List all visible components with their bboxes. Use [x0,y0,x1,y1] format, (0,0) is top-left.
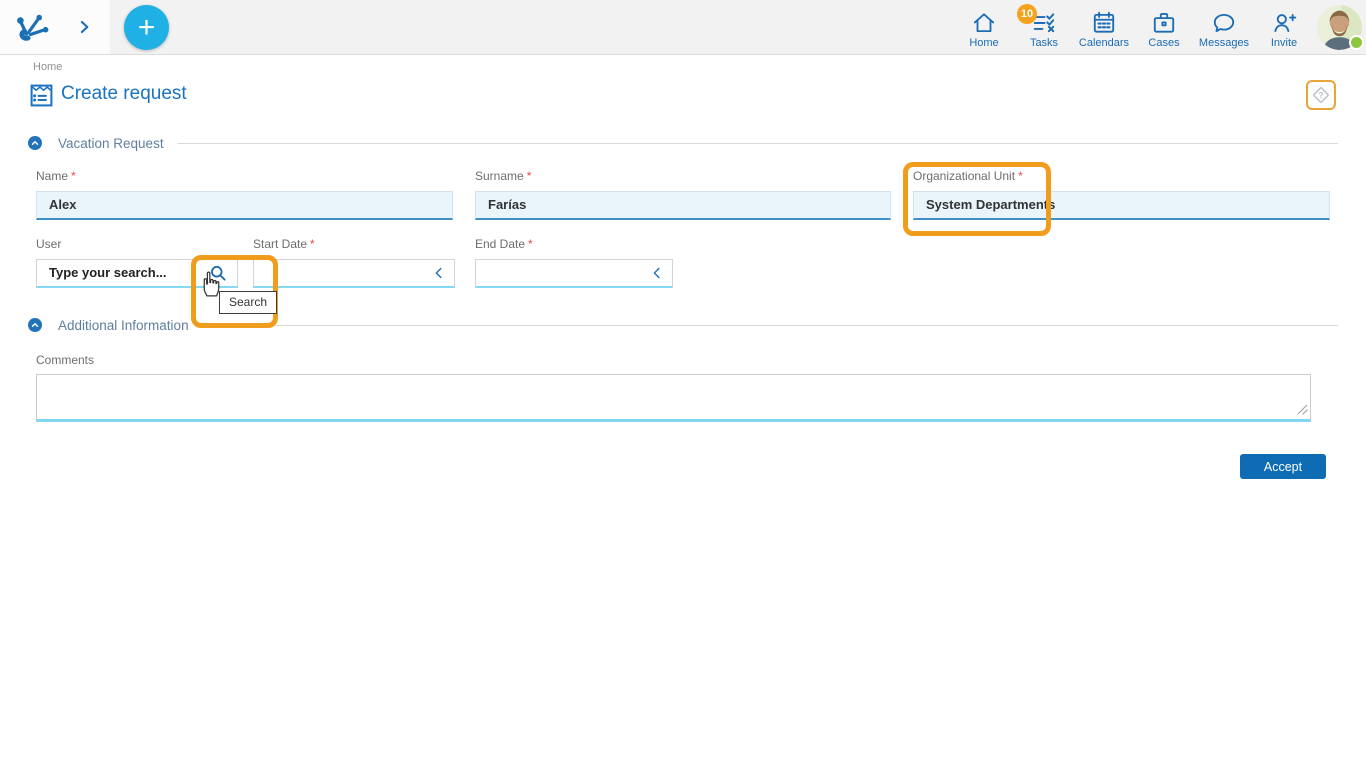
org-unit-field-group: Organizational Unit* System Departments [913,169,1330,220]
invite-user-icon [1271,10,1297,36]
user-search-input[interactable]: Type your search... [37,260,200,286]
surname-value: Farías [488,197,526,212]
calendar-icon [1091,10,1117,36]
new-case-button[interactable]: + [124,5,169,50]
required-marker: * [1018,169,1023,183]
nav-calendars[interactable]: Calendars [1074,4,1134,54]
section-title: Vacation Request [58,136,164,151]
section-title: Additional Information [58,318,189,333]
user-search-group: Type your search... [36,259,238,288]
logo-area [0,0,110,54]
nav-cases[interactable]: Cases [1134,4,1194,54]
message-bubble-icon [1211,10,1237,36]
collapse-section-icon[interactable] [28,136,42,150]
org-unit-label: Organizational Unit [913,169,1015,183]
start-date-field-group: Start Date* [253,237,455,288]
help-button[interactable]: ? [1306,80,1336,110]
nav-cases-label: Cases [1148,37,1179,49]
user-avatar[interactable] [1317,5,1362,50]
collapse-section-icon[interactable] [28,318,42,332]
calendar-expand-icon[interactable] [648,264,666,291]
help-diamond-icon: ? [1310,84,1332,106]
create-request-icon [28,82,55,109]
required-marker: * [71,169,76,183]
section-additional-information: Additional Information [28,318,1338,332]
online-status-dot [1349,35,1364,50]
required-marker: * [527,169,532,183]
org-unit-value: System Departments [926,197,1055,212]
svg-text:?: ? [1318,90,1323,100]
nav-home[interactable]: Home [954,4,1014,54]
nav-tasks[interactable]: 10 Tasks [1014,4,1074,54]
required-marker: * [310,237,315,251]
top-navigation: Home 10 Tasks Calendars [954,4,1314,54]
nav-tasks-label: Tasks [1030,37,1058,49]
page-title: Create request [61,83,187,105]
surname-input[interactable]: Farías [475,191,891,220]
user-field-group: User [36,237,238,251]
comments-label: Comments [36,353,94,367]
calendar-expand-icon[interactable] [430,264,448,291]
bizagi-logo [13,11,51,44]
nav-home-label: Home [969,37,998,49]
section-divider [203,325,1338,326]
start-date-input[interactable] [253,259,455,288]
comments-field [36,374,1311,422]
briefcase-icon [1151,10,1177,36]
nav-invite-label: Invite [1271,37,1297,49]
org-unit-input[interactable]: System Departments [913,191,1330,220]
nav-calendars-label: Calendars [1079,37,1129,49]
search-tooltip: Search [219,291,277,314]
accept-button[interactable]: Accept [1240,454,1326,479]
name-label: Name [36,169,68,183]
tasks-badge: 10 [1017,4,1037,24]
topbar: + Home 10 Tasks [0,0,1366,55]
end-date-field-group: End Date* [475,237,673,288]
start-date-label: Start Date [253,237,307,251]
breadcrumb[interactable]: Home [33,61,62,73]
home-icon [971,10,997,36]
surname-label: Surname [475,169,524,183]
comments-textarea[interactable] [36,374,1311,422]
user-search-placeholder: Type your search... [49,265,167,280]
user-label: User [36,237,61,251]
search-icon [208,263,228,283]
name-field-group: Name* Alex [36,169,453,220]
end-date-label: End Date [475,237,525,251]
end-date-input[interactable] [475,259,673,288]
surname-field-group: Surname* Farías [475,169,891,220]
nav-messages[interactable]: Messages [1194,4,1254,54]
section-divider [178,143,1338,144]
required-marker: * [528,237,533,251]
name-input[interactable]: Alex [36,191,453,220]
section-vacation-request: Vacation Request [28,136,1338,150]
nav-invite[interactable]: Invite [1254,4,1314,54]
search-button[interactable] [200,260,236,286]
name-value: Alex [49,197,76,212]
nav-messages-label: Messages [1199,37,1249,49]
expand-menu-icon[interactable] [74,17,94,37]
